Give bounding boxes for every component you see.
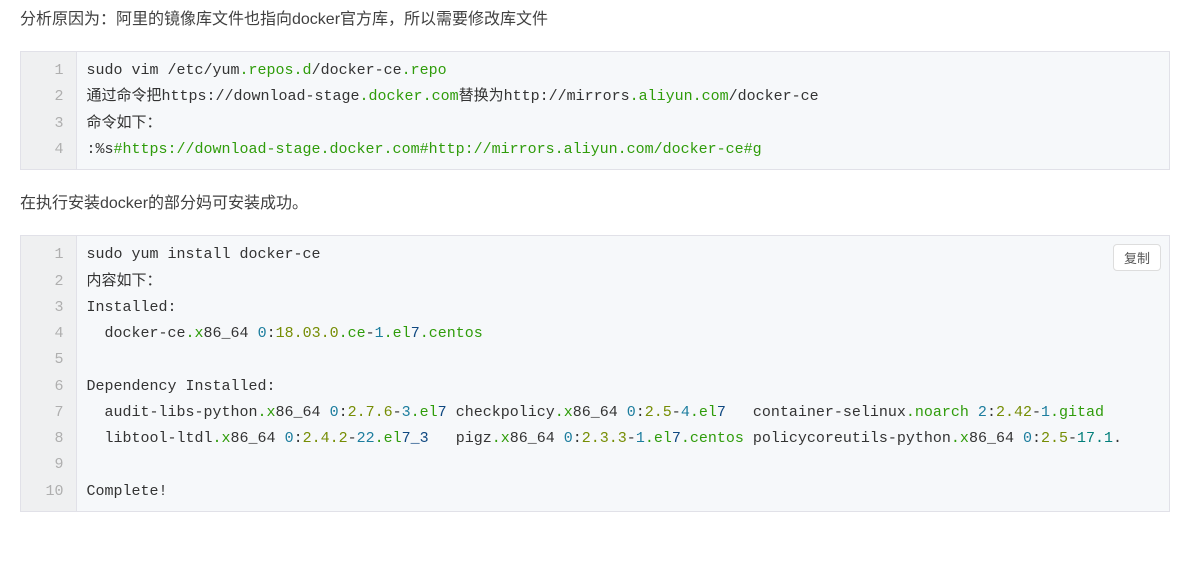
- code-block-1: 1sudo vim /etc/yum.repos.d/docker-ce.rep…: [20, 51, 1170, 170]
- line-number: 9: [21, 452, 76, 478]
- line-number: 1: [21, 236, 76, 268]
- code-line: audit-libs-python.x86_64 0:2.7.6-3.el7 c…: [76, 400, 1169, 426]
- line-number: 4: [21, 321, 76, 347]
- line-number: 1: [21, 52, 76, 84]
- code-line: 内容如下：: [76, 269, 1169, 295]
- code-line: Dependency Installed:: [76, 374, 1169, 400]
- line-number: 6: [21, 374, 76, 400]
- code-block-2: 复制 1sudo yum install docker-ce2内容如下：3Ins…: [20, 235, 1170, 512]
- code-line: sudo vim /etc/yum.repos.d/docker-ce.repo: [76, 52, 1169, 84]
- line-number: 8: [21, 426, 76, 452]
- intro-paragraph-2: 在执行安装docker的部分妈可安装成功。: [20, 190, 1170, 217]
- intro-paragraph-1: 分析原因为：阿里的镜像库文件也指向docker官方库，所以需要修改库文件: [20, 6, 1170, 33]
- code-table-1: 1sudo vim /etc/yum.repos.d/docker-ce.rep…: [21, 52, 1169, 169]
- code-line: :%s#https://download-stage.docker.com#ht…: [76, 137, 1169, 169]
- code-line: libtool-ltdl.x86_64 0:2.4.2-22.el7_3 pig…: [76, 426, 1169, 452]
- line-number: 2: [21, 269, 76, 295]
- code-line: 通过命令把https://download-stage.docker.com替换…: [76, 84, 1169, 110]
- code-line: docker-ce.x86_64 0:18.03.0.ce-1.el7.cent…: [76, 321, 1169, 347]
- line-number: 3: [21, 295, 76, 321]
- code-line: [76, 347, 1169, 373]
- copy-button[interactable]: 复制: [1113, 244, 1161, 271]
- code-scroll-1: 1sudo vim /etc/yum.repos.d/docker-ce.rep…: [21, 52, 1169, 169]
- code-line: Complete!: [76, 479, 1169, 511]
- code-line: 命令如下：: [76, 111, 1169, 137]
- line-number: 3: [21, 111, 76, 137]
- code-scroll-2[interactable]: 1sudo yum install docker-ce2内容如下：3Instal…: [21, 236, 1169, 511]
- code-table-2: 1sudo yum install docker-ce2内容如下：3Instal…: [21, 236, 1169, 511]
- line-number: 10: [21, 479, 76, 511]
- code-line: Installed:: [76, 295, 1169, 321]
- line-number: 4: [21, 137, 76, 169]
- code-line: [76, 452, 1169, 478]
- line-number: 7: [21, 400, 76, 426]
- line-number: 2: [21, 84, 76, 110]
- line-number: 5: [21, 347, 76, 373]
- code-line: sudo yum install docker-ce: [76, 236, 1169, 268]
